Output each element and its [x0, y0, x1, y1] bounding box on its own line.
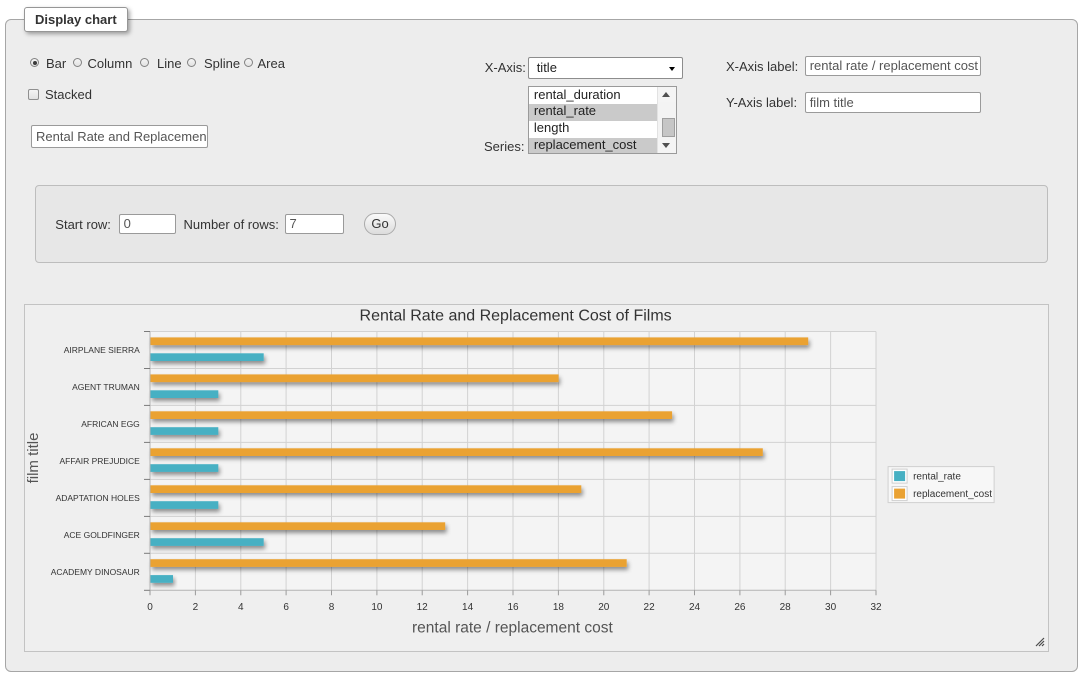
svg-text:16: 16 [508, 602, 520, 613]
svg-text:24: 24 [689, 602, 701, 613]
svg-text:AGENT TRUMAN: AGENT TRUMAN [72, 382, 140, 392]
svg-text:rental_rate: rental_rate [913, 472, 961, 483]
svg-text:22: 22 [644, 602, 656, 613]
svg-text:AFRICAN EGG: AFRICAN EGG [81, 419, 140, 429]
svg-text:AIRPLANE SIERRA: AIRPLANE SIERRA [64, 345, 140, 355]
svg-text:AFFAIR PREJUDICE: AFFAIR PREJUDICE [60, 456, 141, 466]
svg-text:14: 14 [462, 602, 474, 613]
svg-text:4: 4 [238, 602, 244, 613]
svg-text:20: 20 [598, 602, 610, 613]
svg-text:6: 6 [284, 602, 290, 613]
svg-text:32: 32 [871, 602, 883, 613]
svg-text:18: 18 [553, 602, 565, 613]
svg-text:ACE GOLDFINGER: ACE GOLDFINGER [64, 530, 140, 540]
svg-text:0: 0 [147, 602, 153, 613]
svg-text:26: 26 [735, 602, 747, 613]
svg-text:8: 8 [329, 602, 335, 613]
svg-text:12: 12 [417, 602, 429, 613]
svg-text:Rental Rate and Replacement Co: Rental Rate and Replacement Cost of Film… [360, 307, 672, 324]
svg-text:10: 10 [372, 602, 384, 613]
svg-text:ACADEMY DINOSAUR: ACADEMY DINOSAUR [51, 567, 140, 577]
svg-text:2: 2 [193, 602, 199, 613]
svg-text:replacement_cost: replacement_cost [913, 489, 992, 500]
svg-text:28: 28 [780, 602, 792, 613]
svg-text:ADAPTATION HOLES: ADAPTATION HOLES [56, 493, 141, 503]
svg-text:30: 30 [825, 602, 837, 613]
svg-text:rental rate / replacement cost: rental rate / replacement cost [412, 620, 613, 637]
